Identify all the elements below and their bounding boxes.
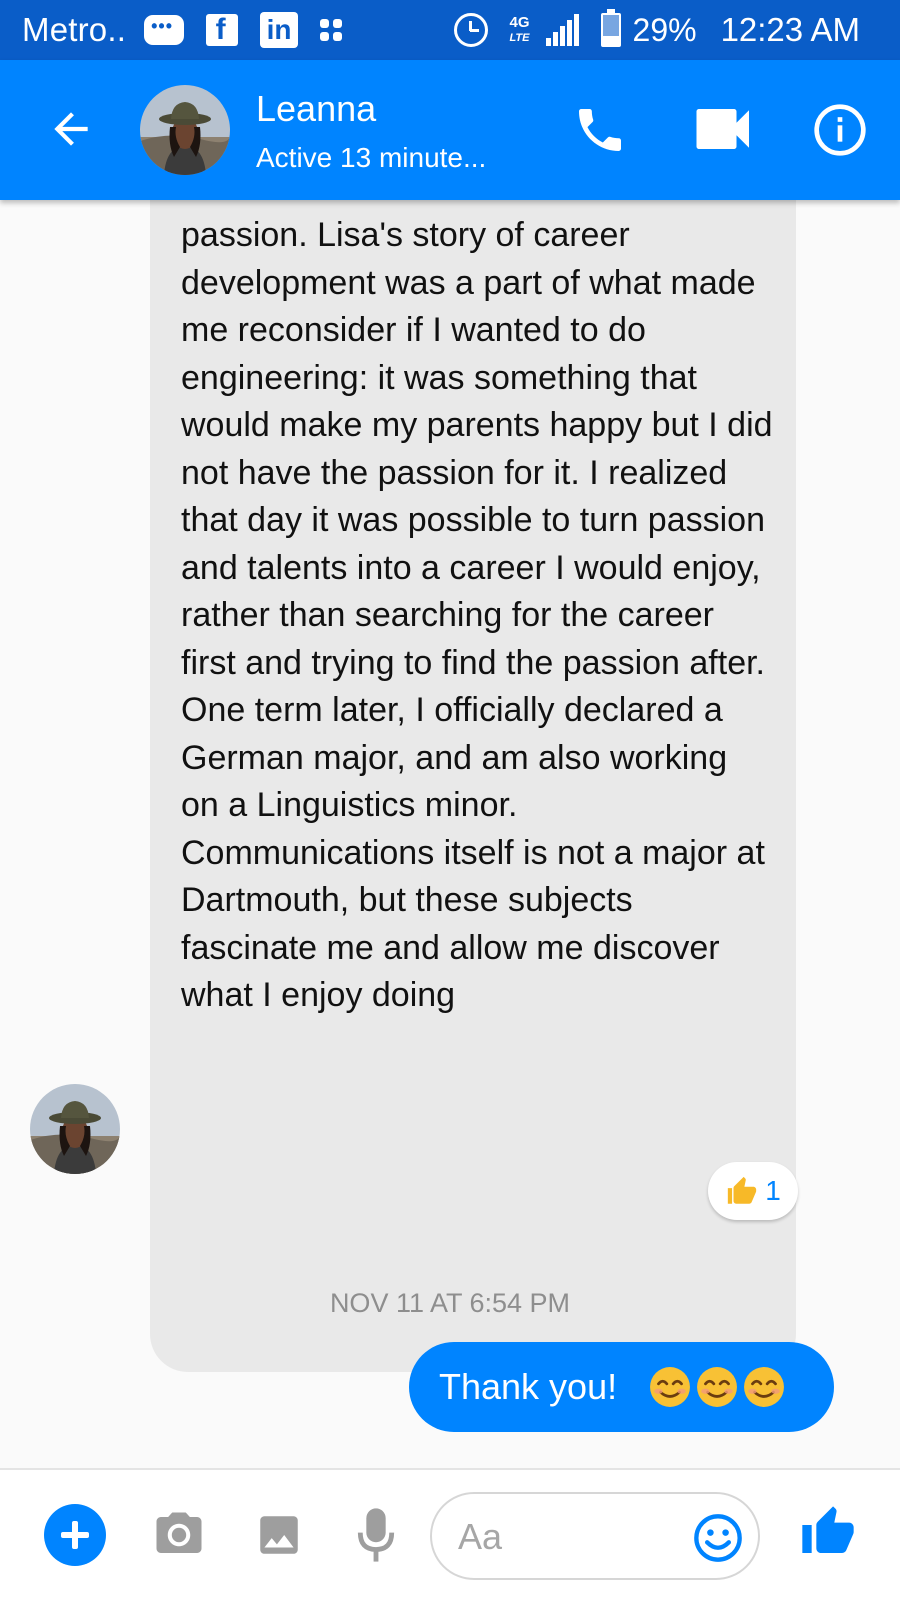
facebook-icon: f (206, 14, 239, 46)
phone-icon (579, 109, 621, 151)
message-composer (0, 1468, 900, 1600)
smiling-face-emoji (744, 1367, 785, 1407)
signal-icon (544, 14, 579, 46)
battery-icon (600, 9, 621, 47)
voice-message-button[interactable] (356, 1506, 396, 1564)
smiling-face-emoji (650, 1367, 691, 1407)
app-grid-icon (320, 19, 343, 41)
video-call-button[interactable] (694, 104, 754, 154)
network-sub-label: LTE (509, 31, 530, 44)
info-icon (814, 104, 866, 156)
video-camera-icon (696, 109, 749, 149)
avatar-photo (140, 85, 230, 175)
conversation-header: Leanna Active 13 minute... (0, 60, 900, 200)
camera-button[interactable] (152, 1510, 206, 1560)
linkedin-icon: in (260, 12, 299, 48)
battery-percent: 29% (632, 11, 697, 48)
smiling-face-emoji (697, 1367, 738, 1407)
more-options-button[interactable] (44, 1504, 106, 1566)
outgoing-message-text: Thank you! (439, 1366, 618, 1407)
thumbs-up-emoji (728, 1176, 757, 1204)
like-icon (802, 1506, 854, 1553)
message-timestamp: NOV 11 AT 6:54 PM (329, 1288, 571, 1318)
status-bar: Metro.. f in 4G LTE 29% 12:23 AM (0, 0, 900, 60)
back-arrow-icon (54, 112, 88, 146)
messages-icon (144, 15, 185, 45)
image-icon (260, 1516, 298, 1554)
carrier-name: Metro.. (22, 11, 127, 48)
incoming-message-bubble[interactable]: passion. Lisa's story of career developm… (150, 200, 796, 1372)
alarm-icon (453, 13, 488, 47)
message-reaction[interactable]: 1 (708, 1162, 798, 1220)
outgoing-message-bubble[interactable]: Thank you! (409, 1342, 834, 1432)
outgoing-emojis (649, 1366, 790, 1408)
clock: 12:23 AM (720, 11, 860, 48)
incoming-message-text: passion. Lisa's story of career developm… (181, 216, 773, 1014)
sender-avatar[interactable] (30, 1084, 120, 1174)
message-input[interactable] (458, 1514, 678, 1560)
reaction-count: 1 (765, 1175, 781, 1206)
contact-name[interactable]: Leanna (256, 88, 376, 130)
voice-call-button[interactable] (572, 102, 628, 158)
emoji-button[interactable] (692, 1512, 744, 1564)
status-indicators: 4G LTE 29% 12:23 AM (453, 0, 860, 60)
network-label: 4G (509, 13, 530, 31)
battery-level (602, 36, 619, 45)
emoji-icon (694, 1514, 742, 1562)
avatar-photo (30, 1084, 120, 1174)
gallery-button[interactable] (254, 1510, 304, 1560)
message-input-box[interactable] (430, 1492, 760, 1580)
microphone-icon (357, 1508, 395, 1562)
conversation-info-button[interactable] (812, 102, 868, 158)
network-type: 4G LTE (509, 13, 530, 45)
contact-avatar[interactable] (140, 85, 230, 175)
camera-icon (156, 1512, 202, 1553)
back-button[interactable] (46, 104, 96, 154)
message-thread[interactable]: passion. Lisa's story of career developm… (0, 200, 900, 1468)
contact-active-status: Active 13 minute... (256, 142, 487, 173)
send-like-button[interactable] (800, 1502, 856, 1562)
